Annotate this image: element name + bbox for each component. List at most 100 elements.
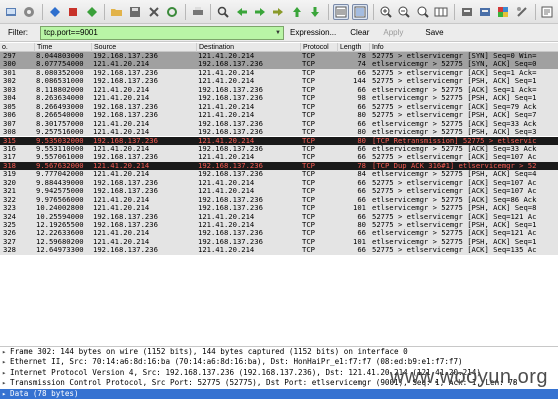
save-filter-button[interactable]: Save	[425, 28, 443, 37]
packet-time: 9.557061000	[36, 153, 84, 162]
packet-destination: 192.168.137.236	[198, 94, 263, 103]
expand-arrow-icon[interactable]: ▸	[2, 357, 10, 367]
find-icon[interactable]	[215, 4, 230, 20]
column-header-protocol[interactable]: Protocol	[301, 43, 338, 52]
column-header-info[interactable]: Info	[370, 43, 558, 52]
packet-row[interactable]: 305 8.266493000 192.168.137.236 121.41.20.2…	[0, 102, 558, 112]
packet-row[interactable]: 322 9.976566000 121.41.20.214 192.168.137.2…	[0, 195, 558, 205]
packet-list[interactable]: 297 8.044803000 192.168.137.236 121.41.20.2…	[0, 52, 558, 287]
packet-row[interactable]: 307 8.301757000 121.41.20.214 192.168.137.2…	[0, 119, 558, 129]
packet-length: 144	[353, 77, 366, 86]
packet-row[interactable]: 320 9.884439000 192.168.137.236 121.41.20.2…	[0, 178, 558, 188]
packet-source: 121.41.20.214	[93, 94, 150, 103]
save-file-icon[interactable]	[128, 4, 143, 20]
packet-row[interactable]: 328 12.64973300 192.168.137.236 121.41.20.2…	[0, 246, 558, 255]
packet-row[interactable]: 317 9.557061000 192.168.137.236 121.41.20.2…	[0, 153, 558, 162]
print-icon[interactable]	[190, 4, 205, 20]
packet-row[interactable]: 300 8.077754000 121.41.20.214 192.168.137.2…	[0, 60, 558, 69]
apply-button[interactable]: Apply	[383, 28, 403, 37]
help-icon[interactable]	[540, 4, 555, 20]
packet-destination: 192.168.137.236	[198, 161, 263, 170]
packet-source: 192.168.137.236	[93, 68, 158, 77]
column-header-time[interactable]: Time	[35, 43, 92, 52]
start-capture-icon[interactable]	[47, 4, 62, 20]
packet-row[interactable]: 324 10.25594000 192.168.137.236 121.41.20.2…	[0, 212, 558, 221]
restart-capture-icon[interactable]	[84, 4, 99, 20]
packet-destination: 192.168.137.236	[198, 170, 263, 179]
reload-icon[interactable]	[165, 4, 180, 20]
preferences-icon[interactable]	[514, 4, 529, 20]
packet-time: 9.942575000	[36, 187, 84, 196]
column-header-destination[interactable]: Destination	[197, 43, 301, 52]
packet-source: 192.168.137.236	[93, 52, 158, 60]
packet-destination: 192.168.137.236	[198, 144, 263, 153]
column-header-no[interactable]: o.	[0, 43, 35, 52]
packet-protocol: TCP	[302, 178, 315, 187]
packet-row[interactable]: 302 8.086531000 192.168.137.236 121.41.20.2…	[0, 77, 558, 86]
expand-arrow-icon[interactable]: ▸	[2, 368, 10, 378]
open-file-icon[interactable]	[109, 4, 124, 20]
clear-button[interactable]: Clear	[350, 28, 369, 37]
zoom-out-icon[interactable]	[397, 4, 412, 20]
expression-button[interactable]: Expression...	[290, 28, 336, 37]
packet-row[interactable]: 301 8.080352000 192.168.137.236 121.41.20.2…	[0, 68, 558, 78]
options-icon[interactable]	[21, 4, 36, 20]
packet-info: 52775 > etlservicemgr [SYN] Seq=0 Win=	[372, 52, 537, 60]
packet-time: 12.64973300	[36, 246, 84, 255]
packet-source: 121.41.20.214	[93, 195, 150, 204]
packet-row[interactable]: 306 8.266540000 192.168.137.236 121.41.20.2…	[0, 111, 558, 120]
packet-row[interactable]: 303 8.118802000 121.41.20.214 192.168.137.2…	[0, 85, 558, 95]
packet-row[interactable]: 325 12.19265500 192.168.137.236 121.41.20.2…	[0, 221, 558, 230]
packet-row[interactable]: 304 8.263634000 121.41.20.214 192.168.137.2…	[0, 94, 558, 103]
colorize-icon[interactable]	[333, 3, 350, 20]
zoom-in-icon[interactable]	[378, 4, 393, 20]
packet-length: 98	[357, 94, 366, 103]
display-filters-icon[interactable]	[477, 4, 492, 20]
packet-source: 192.168.137.236	[93, 111, 158, 120]
last-packet-icon[interactable]	[308, 4, 323, 20]
column-header-source[interactable]: Source	[92, 43, 197, 52]
packet-row[interactable]: 327 12.59680200 121.41.20.214 192.168.137.2…	[0, 237, 558, 247]
goto-packet-icon[interactable]	[271, 4, 286, 20]
toolbar-separator	[185, 3, 186, 20]
packet-destination: 192.168.137.236	[198, 119, 263, 128]
packet-no: 316	[3, 144, 16, 153]
filter-input-wrap[interactable]: ▼	[40, 25, 284, 40]
interface-list-icon[interactable]	[3, 4, 18, 20]
first-packet-icon[interactable]	[289, 4, 304, 20]
coloring-rules-icon[interactable]	[496, 4, 511, 20]
packet-protocol: TCP	[302, 68, 315, 77]
packet-row[interactable]: 316 9.553110000 121.41.20.214 192.168.137.2…	[0, 144, 558, 154]
capture-filters-icon[interactable]	[459, 4, 474, 20]
detail-tree-item[interactable]: ▸ Data (78 bytes)	[0, 388, 558, 399]
detail-tree-item[interactable]: ▸ Frame 302: 144 bytes on wire (1152 bits…	[0, 347, 558, 357]
packet-row[interactable]: 321 9.942575000 192.168.137.236 121.41.20.2…	[0, 187, 558, 196]
display-filter-input[interactable]	[41, 26, 273, 39]
packet-time: 12.19265500	[36, 221, 84, 229]
resize-columns-icon[interactable]	[433, 4, 448, 20]
forward-icon[interactable]	[252, 4, 267, 20]
packet-row[interactable]: 326 12.22633600 121.41.20.214 192.168.137.2…	[0, 229, 558, 238]
packet-row[interactable]: 318 9.567632000 121.41.20.214 192.168.137.2…	[0, 161, 558, 171]
autoscroll-icon[interactable]	[352, 3, 369, 20]
packet-row[interactable]: 315 9.535032000 192.168.137.236 121.41.20.2…	[0, 136, 558, 145]
packet-length: 78	[357, 161, 366, 170]
packet-row[interactable]: 323 10.24002800 121.41.20.214 192.168.137.2…	[0, 204, 558, 213]
packet-time: 9.976566000	[36, 195, 84, 204]
column-header-length[interactable]: Length	[338, 43, 370, 52]
filter-dropdown-icon[interactable]: ▼	[273, 27, 283, 39]
packet-row[interactable]: 297 8.044803000 192.168.137.236 121.41.20.2…	[0, 52, 558, 61]
packet-source: 121.41.20.214	[93, 60, 150, 69]
stop-capture-icon[interactable]	[65, 4, 80, 20]
expand-arrow-icon[interactable]: ▸	[2, 378, 10, 388]
normal-size-icon[interactable]	[415, 4, 430, 20]
back-icon[interactable]	[234, 4, 249, 20]
watermark-text: www.wooyun.org	[389, 366, 548, 388]
close-file-icon[interactable]	[146, 4, 161, 20]
expand-arrow-icon[interactable]: ▸	[2, 347, 10, 357]
packet-time: 8.266540000	[36, 111, 84, 120]
packet-no: 307	[3, 119, 16, 128]
packet-row[interactable]: 319 9.777042000 121.41.20.214 192.168.137.2…	[0, 170, 558, 179]
expand-arrow-icon[interactable]: ▸	[2, 389, 10, 399]
packet-row[interactable]: 308 9.257516000 121.41.20.214 192.168.137.2…	[0, 128, 558, 137]
